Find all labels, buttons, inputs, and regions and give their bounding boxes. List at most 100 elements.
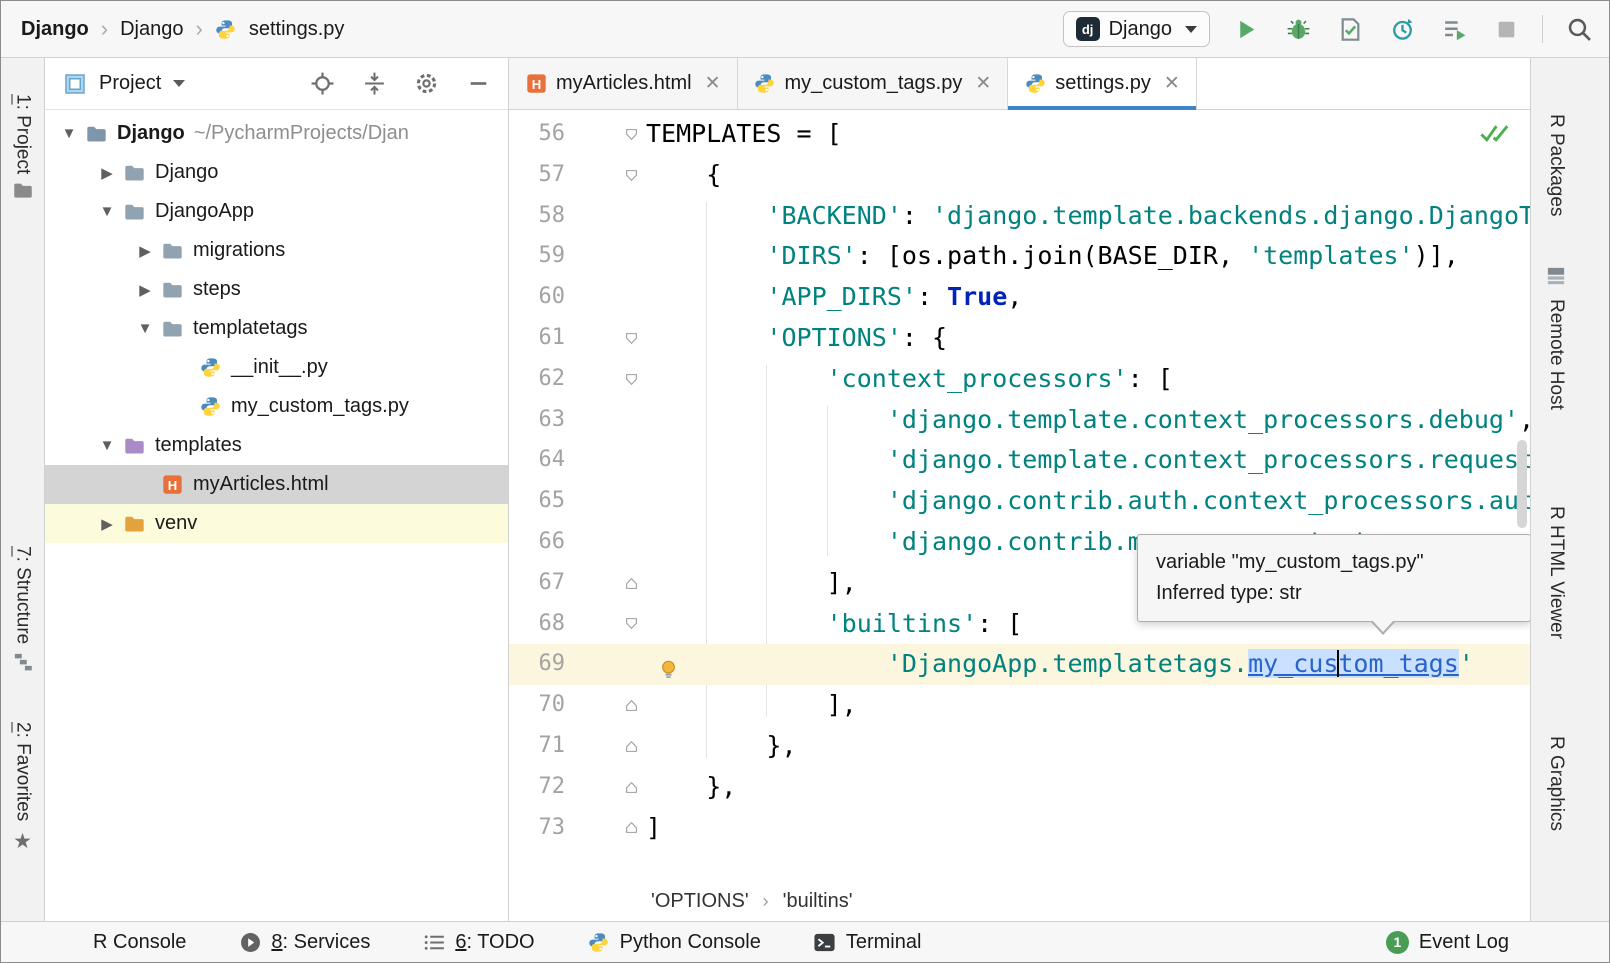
profile-button[interactable] — [1386, 13, 1418, 45]
code-line-63[interactable]: 63 'django.template.context_processors.d… — [509, 400, 1530, 441]
toolwindow-remote-host-button[interactable]: Remote Host — [1545, 266, 1567, 410]
close-icon[interactable]: ✕ — [705, 72, 721, 95]
coverage-button[interactable] — [1334, 13, 1366, 45]
fold-start-icon[interactable] — [616, 617, 646, 630]
code-line-62[interactable]: 62 'context_processors': [ — [509, 359, 1530, 400]
fold-start-icon[interactable] — [616, 128, 646, 141]
breadcrumb-project[interactable]: Django — [21, 18, 89, 41]
code-token: }, — [646, 772, 736, 801]
fold-end-icon[interactable] — [616, 781, 646, 794]
toolwindow-r-packages-button[interactable]: R Packages — [1545, 114, 1567, 216]
toolwindow-project-button[interactable]: 1: Project — [12, 94, 34, 204]
close-icon[interactable]: ✕ — [1164, 72, 1180, 95]
fold-start-icon[interactable] — [616, 332, 646, 345]
breadcrumb-options[interactable]: 'OPTIONS' — [651, 890, 749, 913]
event-log-button[interactable]: 1 Event Log — [1386, 931, 1509, 954]
run-config-selector[interactable]: dj Django — [1063, 11, 1210, 47]
code-line-58[interactable]: 58 'BACKEND': 'django.template.backends.… — [509, 196, 1530, 237]
code-line-73[interactable]: 73] — [509, 808, 1530, 849]
fold-start-icon[interactable] — [616, 169, 646, 182]
code-line-72[interactable]: 72 }, — [509, 767, 1530, 808]
search-everywhere-button[interactable] — [1563, 13, 1595, 45]
r-console-button[interactable]: R Console — [93, 931, 186, 954]
fold-start-icon[interactable] — [616, 373, 646, 386]
expander-closed-icon[interactable]: ▶ — [93, 164, 121, 182]
tab-settings-py[interactable]: settings.py ✕ — [1008, 58, 1197, 109]
line-number: 66 — [509, 522, 565, 563]
editor-gutter: 64 — [509, 440, 646, 481]
fold-end-icon[interactable] — [616, 699, 646, 712]
breadcrumb-file[interactable]: settings.py — [249, 18, 345, 41]
services-button[interactable]: 8: Services — [238, 930, 370, 954]
text-caret — [1337, 650, 1339, 677]
tab-my-custom-tags-py[interactable]: my_custom_tags.py ✕ — [738, 58, 1009, 109]
expander-open-icon[interactable]: ▼ — [93, 203, 121, 220]
code-line-56[interactable]: 56TEMPLATES = [ — [509, 114, 1530, 155]
tooltip-line-1: variable "my_custom_tags.py" — [1156, 547, 1512, 578]
tree-row-djangoapp[interactable]: ▼ DjangoApp — [45, 192, 508, 231]
folder-icon — [159, 279, 185, 301]
fold-end-icon[interactable] — [616, 577, 646, 590]
python-console-button[interactable]: Python Console — [587, 930, 761, 954]
code-line-60[interactable]: 60 'APP_DIRS': True, — [509, 277, 1530, 318]
event-count-badge: 1 — [1386, 931, 1409, 954]
tree-row-templatetags[interactable]: ▼ templatetags — [45, 309, 508, 348]
settings-gear-button[interactable] — [412, 70, 440, 98]
terminal-button[interactable]: Terminal — [813, 930, 922, 954]
code-token — [646, 486, 887, 515]
breadcrumb-builtins[interactable]: 'builtins' — [783, 890, 853, 913]
tree-row-venv[interactable]: ▶ venv — [45, 504, 508, 543]
debug-button[interactable] — [1282, 13, 1314, 45]
fold-end-icon[interactable] — [616, 740, 646, 753]
todo-button[interactable]: 6: TODO — [422, 930, 534, 954]
code-line-69[interactable]: 69 'DjangoApp.templatetags.my_custom_tag… — [509, 644, 1530, 685]
expander-open-icon[interactable]: ▼ — [55, 125, 83, 142]
toolwindow-structure-button[interactable]: 7: Structure — [12, 546, 34, 677]
expander-closed-icon[interactable]: ▶ — [131, 242, 159, 260]
code-line-59[interactable]: 59 'DIRS': [os.path.join(BASE_DIR, 'temp… — [509, 236, 1530, 277]
tree-row-django-root[interactable]: ▼ Django ~/PycharmProjects/Djan — [45, 114, 508, 153]
fold-end-icon[interactable] — [616, 821, 646, 834]
tree-row-templates[interactable]: ▼ templates — [45, 426, 508, 465]
code-line-57[interactable]: 57 { — [509, 155, 1530, 196]
code-editor[interactable]: 56TEMPLATES = [57 {58 'BACKEND': 'django… — [509, 110, 1530, 881]
code-line-64[interactable]: 64 'django.template.context_processors.r… — [509, 440, 1530, 481]
run-button[interactable] — [1230, 13, 1262, 45]
hide-panel-button[interactable] — [464, 70, 492, 98]
tree-row-init-py[interactable]: __init__.py — [45, 348, 508, 387]
tab-myarticles-html[interactable]: H myArticles.html ✕ — [509, 58, 738, 109]
breadcrumb-module[interactable]: Django — [120, 18, 183, 41]
string-token: 'django.template.context_processors.debu… — [887, 405, 1519, 434]
type-info-tooltip: variable "my_custom_tags.py" Inferred ty… — [1137, 534, 1530, 622]
toolwindow-r-graphics-button[interactable]: R Graphics — [1545, 736, 1567, 831]
reference-link-my-custom-tags[interactable]: my_cus — [1248, 649, 1338, 678]
tree-row-my-custom-tags-py[interactable]: my_custom_tags.py — [45, 387, 508, 426]
locate-file-button[interactable] — [308, 70, 336, 98]
code-line-61[interactable]: 61 'OPTIONS': { — [509, 318, 1530, 359]
toolwindow-r-html-viewer-button[interactable]: R HTML Viewer — [1545, 506, 1567, 639]
code-line-65[interactable]: 65 'django.contrib.auth.context_processo… — [509, 481, 1530, 522]
tree-row-django[interactable]: ▶ Django — [45, 153, 508, 192]
inspections-ok-icon[interactable] — [1480, 122, 1510, 149]
event-log-label: Event Log — [1419, 931, 1509, 954]
reference-link-my-custom-tags[interactable]: tom_tags — [1338, 649, 1458, 678]
code-line-70[interactable]: 70 ], — [509, 685, 1530, 726]
tree-row-myarticles-html[interactable]: H myArticles.html — [45, 465, 508, 504]
project-panel-title[interactable]: Project — [99, 72, 161, 95]
tree-row-migrations[interactable]: ▶ migrations — [45, 231, 508, 270]
line-number: 59 — [509, 236, 565, 277]
expander-open-icon[interactable]: ▼ — [93, 437, 121, 454]
editor-gutter: 57 — [509, 155, 646, 196]
close-icon[interactable]: ✕ — [975, 72, 991, 95]
tree-row-steps[interactable]: ▶ steps — [45, 270, 508, 309]
collapse-all-button[interactable] — [360, 70, 388, 98]
expander-closed-icon[interactable]: ▶ — [131, 281, 159, 299]
toolwindow-favorites-button[interactable]: 2: Favorites ★ — [12, 722, 34, 854]
expander-open-icon[interactable]: ▼ — [131, 320, 159, 337]
expander-closed-icon[interactable]: ▶ — [93, 515, 121, 533]
run-configurations-button[interactable] — [1438, 13, 1470, 45]
code-line-71[interactable]: 71 }, — [509, 726, 1530, 767]
editor-gutter: 70 — [509, 685, 646, 726]
r-html-viewer-label: R HTML Viewer — [1545, 506, 1567, 639]
editor-scrollbar[interactable] — [1517, 440, 1527, 528]
